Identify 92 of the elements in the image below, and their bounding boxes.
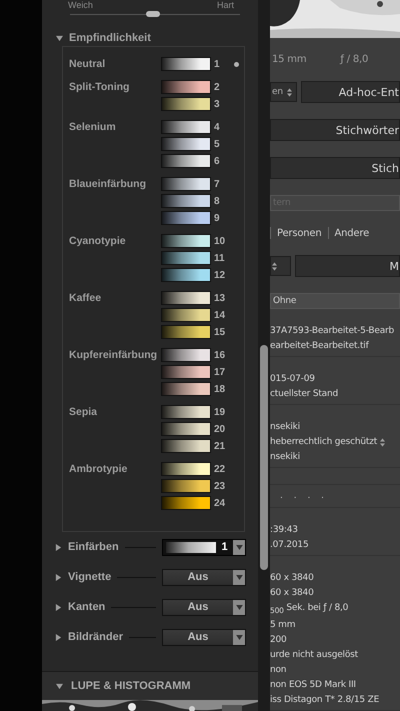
slider-label: Weich — [68, 0, 93, 11]
group-label: Cyanotypie — [69, 234, 127, 249]
menu-item[interactable]: 20 — [161, 422, 240, 436]
disclosure-triangle-icon[interactable] — [55, 574, 62, 580]
updown-arrows-icon — [272, 262, 277, 270]
dropdown[interactable] — [270, 256, 291, 276]
menu-item[interactable]: 1 — [161, 57, 240, 71]
metadata-value: heberrechtlich geschützt — [270, 436, 378, 449]
slider-label: Hart — [216, 0, 234, 11]
caret-icon — [236, 574, 242, 580]
menu-item[interactable]: 8 — [161, 194, 240, 208]
section-title: Empfindlichkeit — [69, 32, 151, 44]
disclosure-triangle-icon[interactable] — [55, 634, 62, 640]
tab[interactable]: Personen — [277, 228, 322, 238]
menu-item[interactable]: 5 — [161, 137, 240, 151]
metadata-value: earbeitet-Bearbeitet.tif — [270, 340, 369, 353]
dropdown[interactable]: en — [270, 82, 297, 102]
effect-label: Vignette — [68, 571, 112, 583]
metadata-value: 60 x 3840 — [270, 587, 314, 600]
menu-item[interactable]: 17 — [161, 365, 240, 379]
metadata-value: .07.2015 — [270, 539, 308, 552]
metadata-value: 5 mm — [270, 618, 296, 632]
menu-item[interactable]: 10 — [161, 234, 240, 248]
menu-item[interactable]: 4 — [161, 120, 240, 134]
menu-item[interactable]: 18 — [161, 382, 240, 396]
panel-button[interactable]: M — [295, 255, 400, 277]
metadata-value: 015-07-09 — [270, 373, 315, 386]
exif-value: 15 mm — [272, 54, 306, 65]
panel-button[interactable]: Stichwörter — [270, 119, 400, 141]
effect-label: Einfärben — [68, 541, 119, 553]
rating-dots[interactable]: . . . . — [270, 491, 328, 501]
group-label: Sepia — [69, 405, 98, 420]
menu-item[interactable]: 12 — [161, 268, 240, 282]
menu-item[interactable]: 15 — [161, 325, 240, 339]
panel-header[interactable]: LUPE & HISTOGRAMM — [42, 671, 258, 700]
effect-label: Bildränder — [68, 631, 124, 643]
metadata-value: ctuellster Stand — [270, 388, 338, 401]
panel-button[interactable]: Ad-hoc-Ent — [300, 81, 400, 103]
menu-item[interactable]: 23 — [161, 479, 240, 493]
caret-icon — [236, 604, 242, 610]
effect-label: Kanten — [68, 601, 106, 613]
metadata-value: non EOS 5D Mark III — [270, 678, 356, 692]
group-label: Split-Toning — [69, 80, 130, 95]
group-label: Kupfereinfärbung — [69, 348, 158, 363]
metadata-value: iss Distagon T* 2.8/15 ZE — [270, 694, 380, 707]
menu-item[interactable]: 11 — [161, 251, 240, 265]
metadata-value: 37A7593-Bearbeitet-5-Bearb — [270, 325, 394, 338]
group-label: Ambrotypie — [69, 462, 128, 477]
group-label: Neutral — [69, 57, 106, 71]
group-label: Kaffee — [69, 291, 102, 306]
menu-item[interactable]: 13 — [161, 291, 240, 305]
tab[interactable]: Andere — [334, 228, 370, 238]
updown-arrows-icon[interactable] — [380, 438, 386, 447]
input-field[interactable]: Ohne — [270, 293, 400, 309]
metadata-value: nsekiki — [270, 451, 300, 464]
menu-item[interactable]: 6 — [161, 154, 240, 168]
menu-item[interactable]: 16 — [161, 348, 240, 362]
exif-value: ƒ / 8,0 — [340, 54, 368, 65]
metadata-value: nsekiki — [270, 421, 300, 434]
slider-thumb[interactable] — [146, 11, 160, 17]
dropdown[interactable]: Aus — [162, 628, 246, 646]
caret-icon — [236, 634, 242, 640]
menu-item[interactable]: 14 — [161, 308, 240, 322]
disclosure-triangle-icon[interactable] — [55, 604, 62, 610]
dropdown[interactable]: Aus — [162, 598, 246, 616]
metadata-value: $_{500}$ Sek. bei ƒ / 8,0 — [270, 602, 348, 617]
menu-item[interactable]: 7 — [161, 177, 240, 191]
group-label: Blaueinfärbung — [69, 177, 148, 192]
disclosure-triangle-icon[interactable] — [56, 34, 63, 42]
caret-icon — [236, 544, 242, 550]
menu-item[interactable]: 19 — [161, 405, 240, 419]
metadata-value: 200 — [270, 634, 287, 647]
selected-dot-icon — [234, 62, 239, 66]
metadata-value: non — [270, 664, 286, 677]
menu-item[interactable]: 3 — [161, 97, 240, 111]
metadata-value: urde nicht ausgelöst — [270, 648, 358, 662]
disclosure-triangle-icon[interactable] — [55, 544, 62, 550]
updown-arrows-icon — [286, 88, 292, 96]
metadata-value: 60 x 3840 — [270, 572, 314, 585]
metadata-value: :39:43 — [270, 524, 298, 537]
dropdown[interactable]: Aus — [162, 568, 246, 586]
menu-item[interactable]: 21 — [161, 439, 240, 453]
menu-item[interactable]: 2 — [161, 80, 240, 94]
scrollbar[interactable] — [258, 0, 270, 711]
disclosure-triangle-icon[interactable] — [56, 682, 63, 690]
swatch-dropdown[interactable]: 1 — [162, 538, 246, 556]
panel-button[interactable]: Stich — [270, 157, 400, 179]
menu-item[interactable]: 24 — [161, 496, 240, 510]
menu-item[interactable]: 22 — [161, 462, 240, 476]
menu-item[interactable]: 9 — [161, 211, 240, 225]
group-label: Selenium — [69, 120, 117, 135]
scroll-thumb[interactable] — [260, 345, 268, 570]
